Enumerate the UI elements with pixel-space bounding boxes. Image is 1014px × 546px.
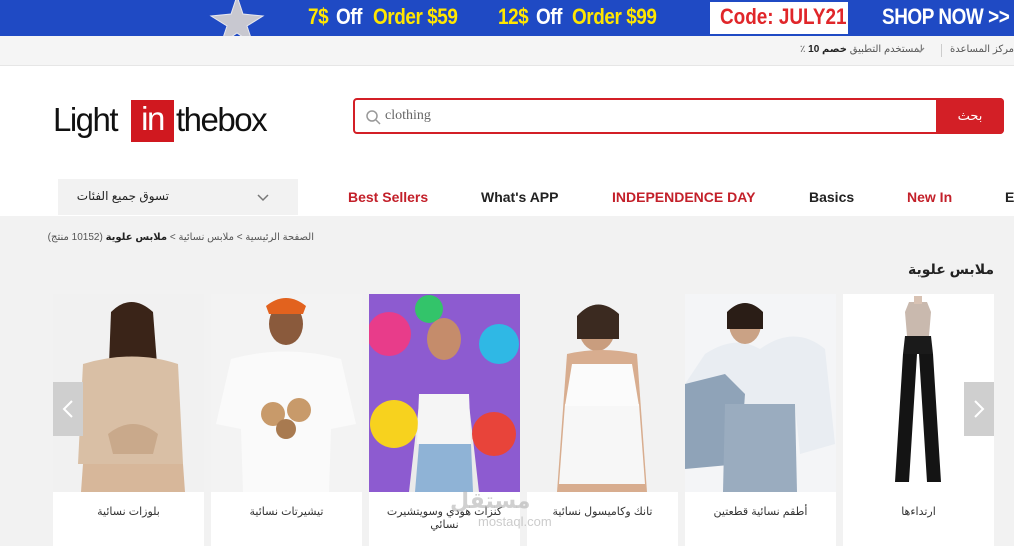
all-categories-label: تسوق جميع الفئات — [76, 189, 169, 203]
promo-code: Code: JULY21 — [720, 4, 847, 29]
product-card[interactable]: أطقم نسائية قطعتين — [685, 294, 836, 546]
nav-whats-app[interactable]: What's APP — [481, 189, 559, 205]
chevron-down-icon — [257, 194, 269, 202]
product-card[interactable]: تانك وكاميسول نسائية — [527, 294, 678, 546]
search-bar: بحث — [353, 98, 1004, 134]
promo-deal1-amount: 7$ — [308, 4, 329, 29]
breadcrumb-separator: > — [236, 232, 243, 243]
promo-deal2-amount: 12$ — [498, 4, 529, 29]
nav-new-in[interactable]: New In — [907, 189, 952, 205]
search-button[interactable]: بحث — [936, 98, 1004, 134]
promo-deal2-off: Off — [536, 4, 563, 29]
breadcrumb-separator: > — [169, 232, 176, 243]
chevron-right-icon — [974, 400, 985, 418]
app-discount-link[interactable]: ٪ لمستخدم التطبيق خصم 10 — [800, 44, 923, 55]
section-title: ملابس علوية — [907, 261, 994, 277]
product-caption: بلوزات نسائية — [97, 506, 160, 518]
logo-text-light: Light — [53, 101, 119, 138]
utility-bar: ٪ لمستخدم التطبيق خصم 10 مركز المساعدة — [0, 36, 1014, 66]
all-categories-dropdown[interactable]: تسوق جميع الفئات — [58, 179, 298, 215]
promo-banner[interactable]: 7$ Off Order $59 12$ Off Order $99 Code:… — [0, 0, 1014, 36]
breadcrumb-womens[interactable]: ملابس نسائية — [178, 232, 234, 243]
shop-now-link[interactable]: SHOP NOW >> — [882, 4, 1010, 30]
nav-more[interactable]: E — [1005, 189, 1014, 205]
app-discount-amount: خصم 10 — [808, 44, 847, 55]
chevron-left-icon — [62, 400, 73, 418]
product-caption: ارتداءها — [901, 506, 936, 518]
logo-text-thebox: thebox — [176, 101, 268, 138]
breadcrumb: الصفحة الرئيسية > ملابس نسائية > ملابس ع… — [48, 232, 314, 243]
divider — [941, 44, 942, 57]
product-caption: تيشيرتات نسائية — [249, 506, 324, 518]
help-center-link[interactable]: مركز المساعدة — [950, 44, 1014, 55]
search-input[interactable] — [385, 106, 925, 126]
watermark-english: mostaql.com — [478, 514, 552, 529]
watermark-arabic: مستقل — [450, 488, 531, 513]
breadcrumb-count: (10152 منتج) — [47, 232, 103, 243]
carousel-next-button[interactable] — [964, 382, 994, 436]
page: 7$ Off Order $59 12$ Off Order $99 Code:… — [0, 0, 1014, 546]
promo-deal1-off: Off — [336, 4, 363, 29]
nav-independence-day[interactable]: INDEPENDENCE DAY — [612, 189, 755, 205]
star-icon — [209, 0, 265, 36]
nav-best-sellers[interactable]: Best Sellers — [348, 189, 428, 205]
product-card[interactable]: تيشيرتات نسائية — [211, 294, 362, 546]
promo-deal2-order: Order $99 — [572, 4, 657, 29]
hoodie-set-image — [685, 294, 836, 492]
breadcrumb-home[interactable]: الصفحة الرئيسية — [245, 232, 314, 243]
tie-dye-hoodie-image — [369, 294, 520, 492]
product-caption: تانك وكاميسول نسائية — [552, 506, 653, 518]
tshirt-image — [211, 294, 362, 492]
breadcrumb-current: ملابس علوية — [105, 232, 168, 243]
search-icon — [366, 110, 381, 125]
logo-text-in: in — [131, 100, 174, 142]
product-caption: أطقم نسائية قطعتين — [713, 506, 808, 518]
nav-basics[interactable]: Basics — [809, 189, 854, 205]
carousel-prev-button[interactable] — [53, 382, 83, 436]
chevron-down-icon[interactable] — [914, 44, 926, 56]
promo-deal1-order: Order $59 — [373, 4, 458, 29]
camisole-image — [527, 294, 678, 492]
